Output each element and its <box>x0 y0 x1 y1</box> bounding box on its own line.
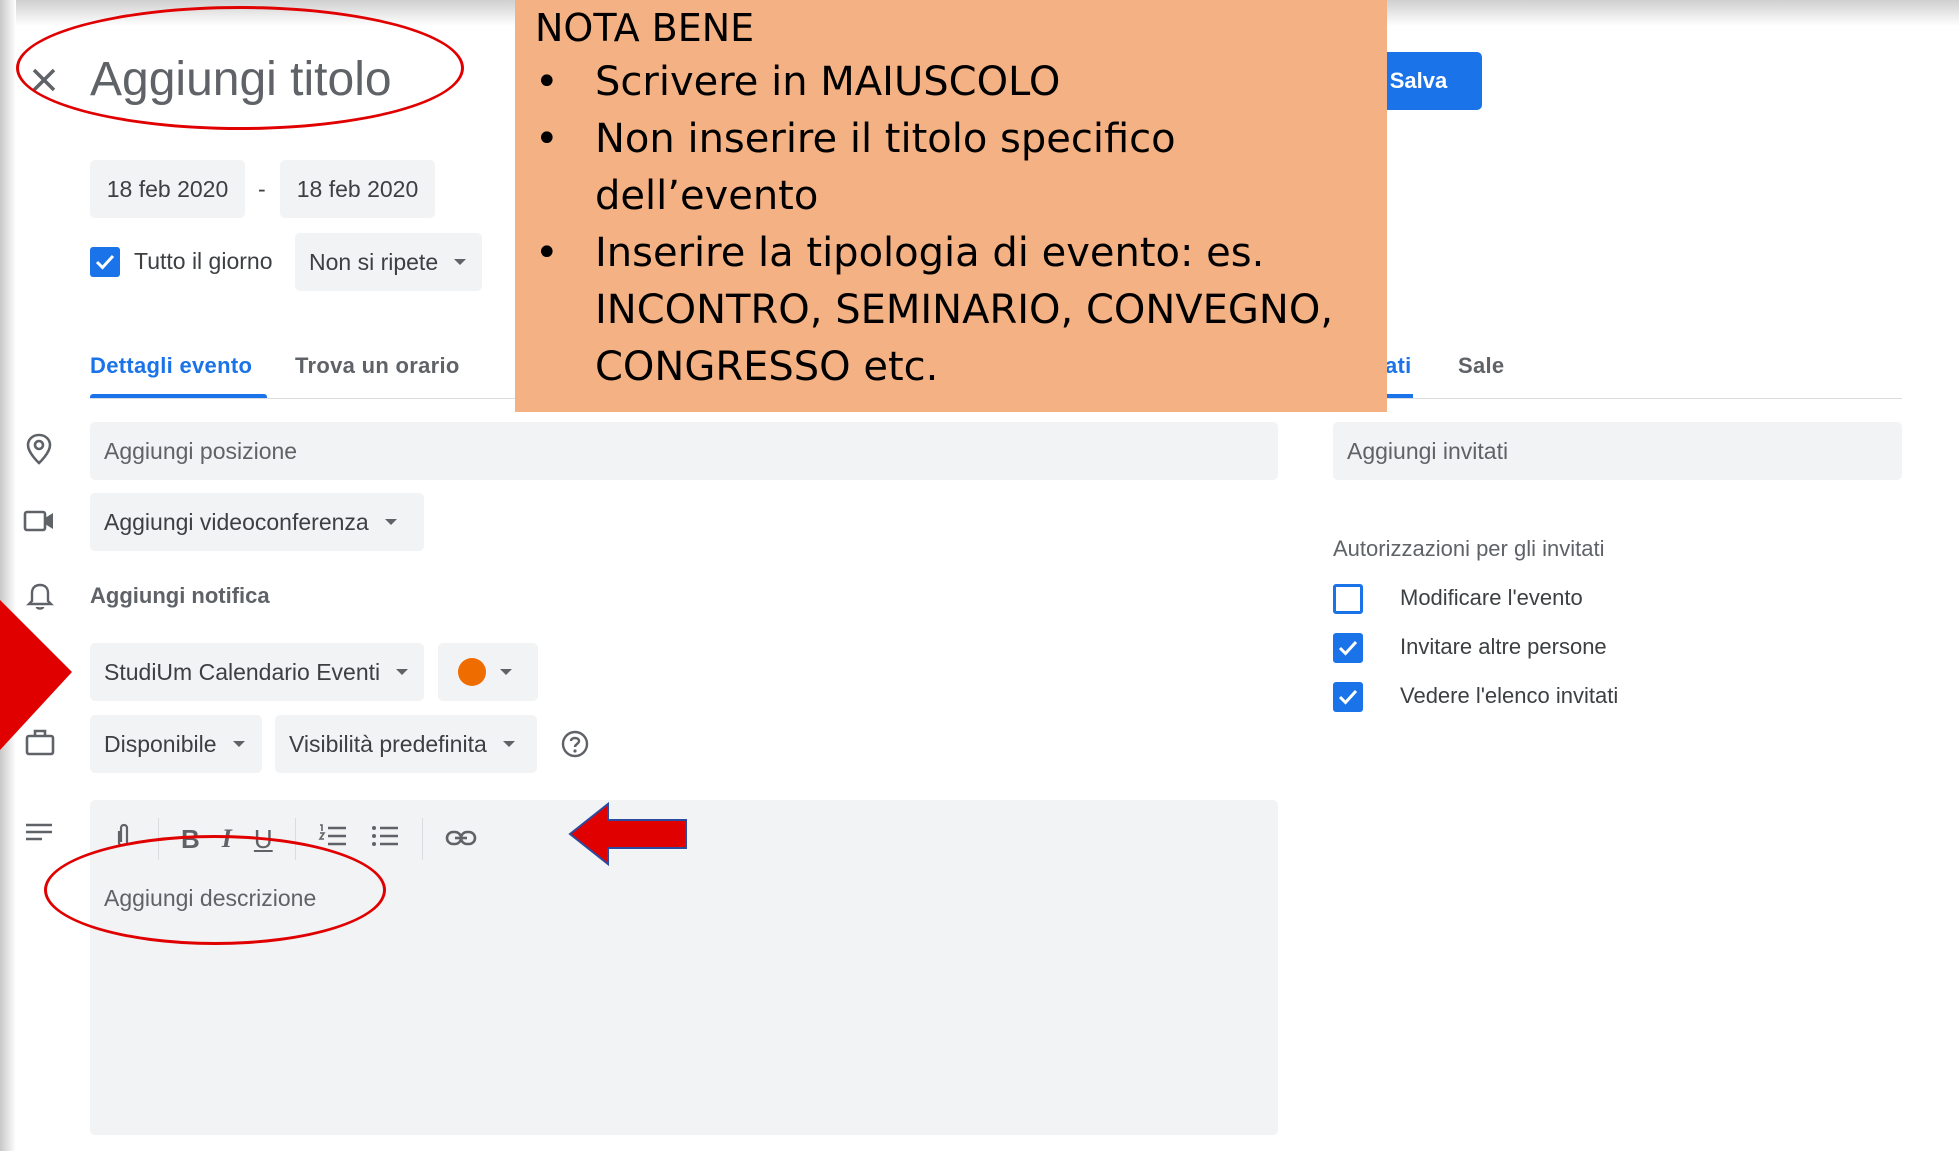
start-date[interactable]: 18 feb 2020 <box>90 160 245 218</box>
chevron-down-icon <box>232 741 245 747</box>
note-item: Non inserire il titolo specifico dell’ev… <box>535 111 1367 225</box>
window-left-shadow <box>0 0 16 1151</box>
videoconference-label: Aggiungi videoconferenza <box>104 508 369 535</box>
permission-label-modify: Modificare l'evento <box>1400 585 1583 610</box>
event-color-select[interactable] <box>438 643 538 701</box>
permission-checkbox-see-list[interactable] <box>1333 682 1363 712</box>
chevron-down-icon <box>500 669 512 675</box>
location-pin-icon <box>24 432 54 471</box>
tab-invitati[interactable]: ati <box>1385 353 1412 379</box>
note-item: Scrivere in MAIUSCOLO <box>535 54 1367 111</box>
add-notification-link[interactable]: Aggiungi notifica <box>90 583 270 609</box>
tab-dettagli-evento[interactable]: Dettagli evento <box>90 353 252 379</box>
note-item: Inserire la tipologia di evento: es. INC… <box>535 225 1367 396</box>
repeat-select[interactable]: Non si ripete <box>295 233 482 291</box>
briefcase-icon <box>24 727 56 762</box>
guests-input[interactable]: Aggiungi invitati <box>1333 422 1902 480</box>
tab-trova-un-orario[interactable]: Trova un orario <box>295 353 460 379</box>
availability-select[interactable]: Disponibile <box>90 715 262 773</box>
allday-checkbox[interactable] <box>90 247 120 277</box>
note-list: Scrivere in MAIUSCOLO Non inserire il ti… <box>535 54 1367 396</box>
chevron-down-icon <box>502 741 515 747</box>
calendar-value: StudiUm Calendario Eventi <box>104 658 381 685</box>
annotation-ellipse-title <box>16 6 464 130</box>
allday-label: Tutto il giorno <box>134 248 273 274</box>
location-input[interactable]: Aggiungi posizione <box>90 422 1278 480</box>
repeat-value: Non si ripete <box>309 248 439 275</box>
link-icon[interactable] <box>445 824 477 855</box>
permission-label-see-list: Vedere l'elenco invitati <box>1400 683 1619 708</box>
guests-placeholder: Aggiungi invitati <box>1347 437 1509 464</box>
nota-bene-callout: NOTA BENE Scrivere in MAIUSCOLO Non inse… <box>515 0 1387 412</box>
end-date[interactable]: 18 feb 2020 <box>280 160 435 218</box>
start-date-label: 18 feb 2020 <box>106 175 229 202</box>
chevron-down-icon <box>384 519 397 525</box>
bulleted-list-icon[interactable] <box>370 823 400 856</box>
chevron-down-icon <box>396 669 409 675</box>
calendar-select[interactable]: StudiUm Calendario Eventi <box>90 643 424 701</box>
permission-checkbox-modify[interactable] <box>1333 584 1363 614</box>
permission-label-invite: Invitare altre persone <box>1400 634 1607 659</box>
chevron-down-icon <box>454 259 467 265</box>
location-placeholder: Aggiungi posizione <box>104 437 298 464</box>
visibility-value: Visibilità predefinita <box>289 730 487 757</box>
annotation-ellipse-description <box>44 835 386 945</box>
permissions-title: Autorizzazioni per gli invitati <box>1333 536 1605 561</box>
color-dot-icon <box>458 658 486 686</box>
end-date-label: 18 feb 2020 <box>296 175 419 202</box>
tab-sale[interactable]: Sale <box>1458 353 1504 379</box>
videoconference-select[interactable]: Aggiungi videoconferenza <box>90 493 424 551</box>
visibility-select[interactable]: Visibilità predefinita <box>275 715 537 773</box>
annotation-red-arrow-link <box>568 800 690 873</box>
save-button-label: Salva <box>1389 68 1448 93</box>
availability-value: Disponibile <box>104 730 217 757</box>
videocam-icon <box>22 506 56 541</box>
help-icon[interactable] <box>560 729 590 764</box>
toolbar-separator <box>421 818 423 860</box>
note-title: NOTA BENE <box>535 6 755 50</box>
permission-checkbox-invite[interactable] <box>1333 633 1363 663</box>
notes-icon <box>24 822 54 847</box>
date-separator: - <box>258 176 266 202</box>
